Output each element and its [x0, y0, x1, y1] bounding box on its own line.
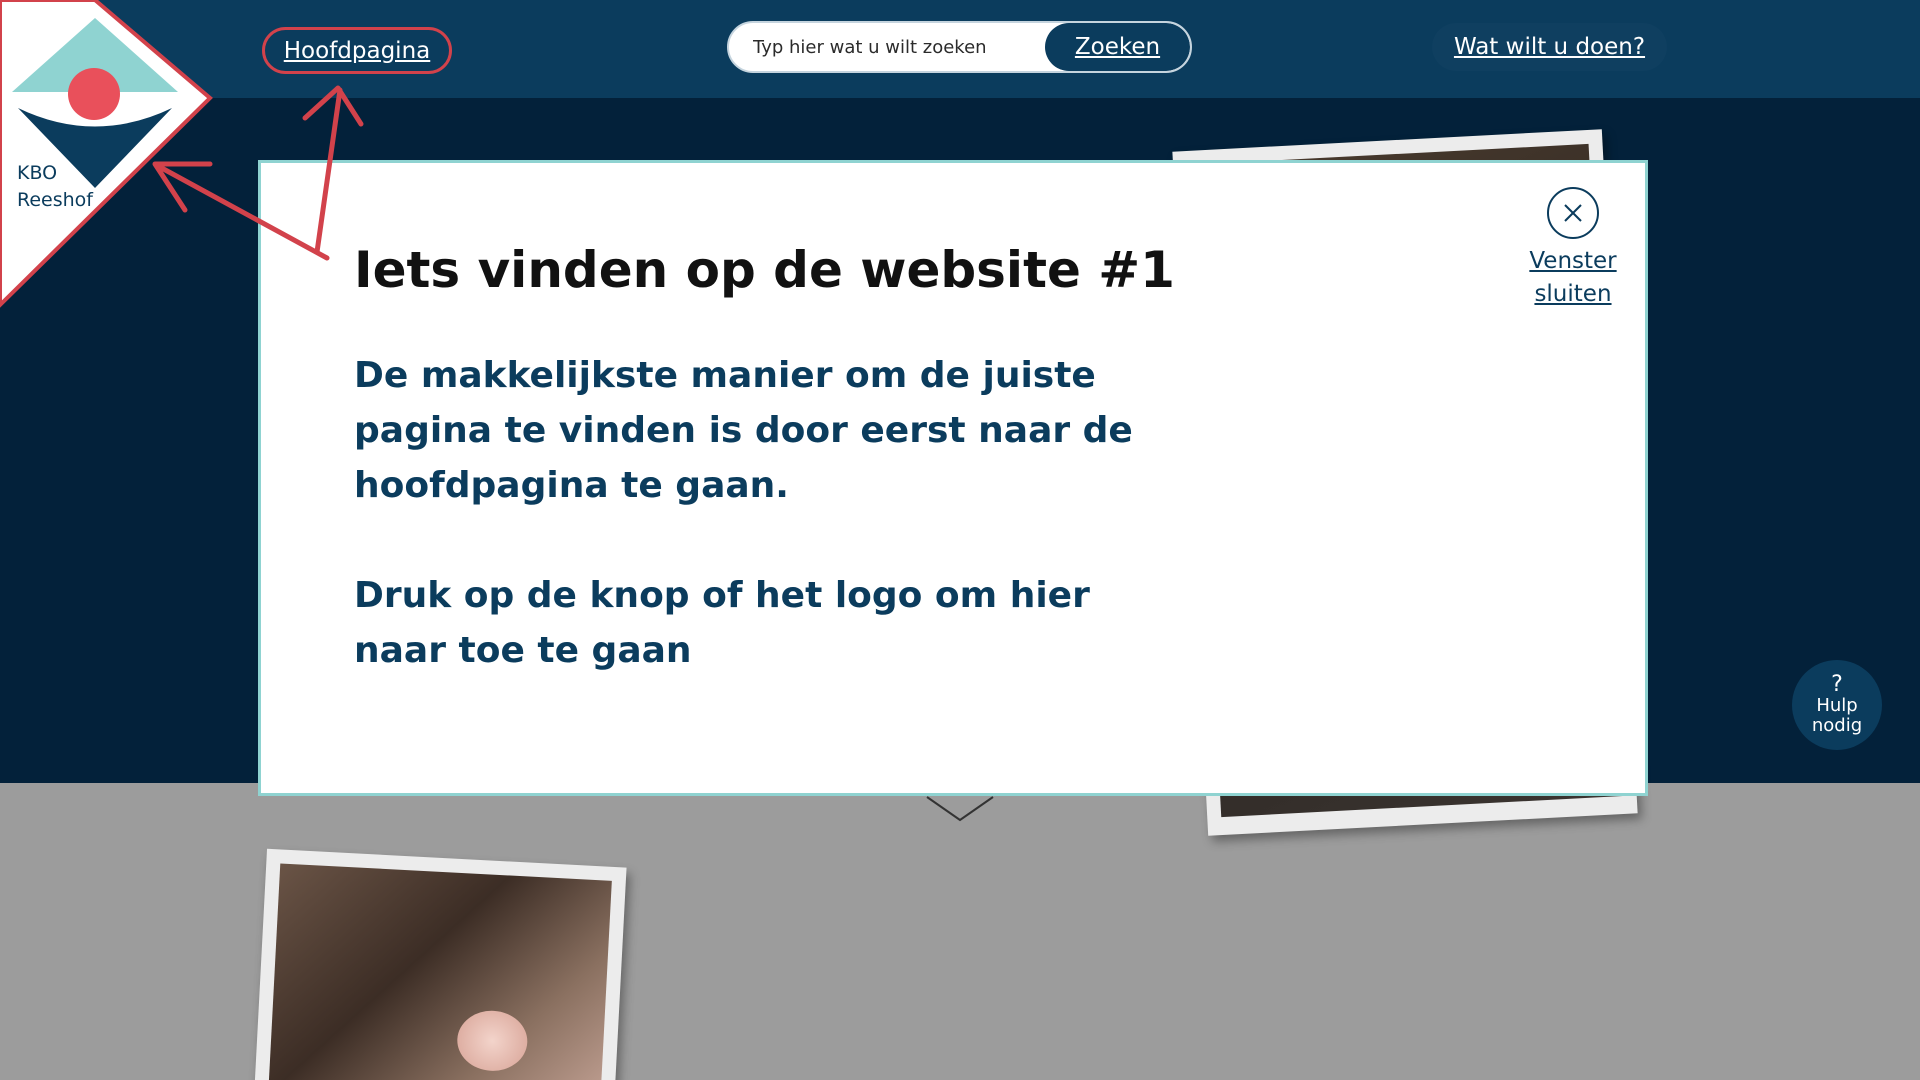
help-label-line1: Hulp — [1816, 695, 1858, 716]
scroll-down-chevron-icon[interactable] — [925, 795, 995, 825]
gardening-photo — [253, 848, 627, 1080]
search-bar: Zoeken — [727, 21, 1192, 73]
help-modal: Iets vinden op de website #1 De makkelij… — [258, 160, 1648, 796]
help-label-line2: nodig — [1811, 715, 1863, 736]
action-menu-button[interactable]: Wat wilt u doen? — [1432, 23, 1667, 71]
logo-emblem-icon — [0, 0, 213, 308]
close-label-line2: sluiten — [1534, 281, 1612, 307]
search-input[interactable] — [729, 23, 1045, 71]
logo-text-line2: Reeshof — [17, 189, 93, 211]
close-window-button[interactable]: Venster sluiten — [1519, 187, 1627, 311]
modal-paragraph-2: Druk op de knop of het logo om hier naar… — [354, 575, 1090, 671]
help-button[interactable]: ? Hulp nodig — [1792, 660, 1882, 750]
close-icon — [1547, 187, 1599, 239]
modal-paragraph-1: De makkelijkste manier om de juiste pagi… — [354, 355, 1133, 506]
site-logo[interactable]: KBO Reeshof — [0, 0, 215, 310]
modal-title: Iets vinden op de website #1 — [354, 241, 1175, 299]
help-question-icon: ? — [1831, 672, 1843, 697]
close-label-line1: Venster — [1529, 248, 1617, 274]
search-button[interactable]: Zoeken — [1045, 23, 1190, 71]
logo-text-line1: KBO — [17, 162, 58, 184]
home-nav-button[interactable]: Hoofdpagina — [262, 27, 452, 74]
